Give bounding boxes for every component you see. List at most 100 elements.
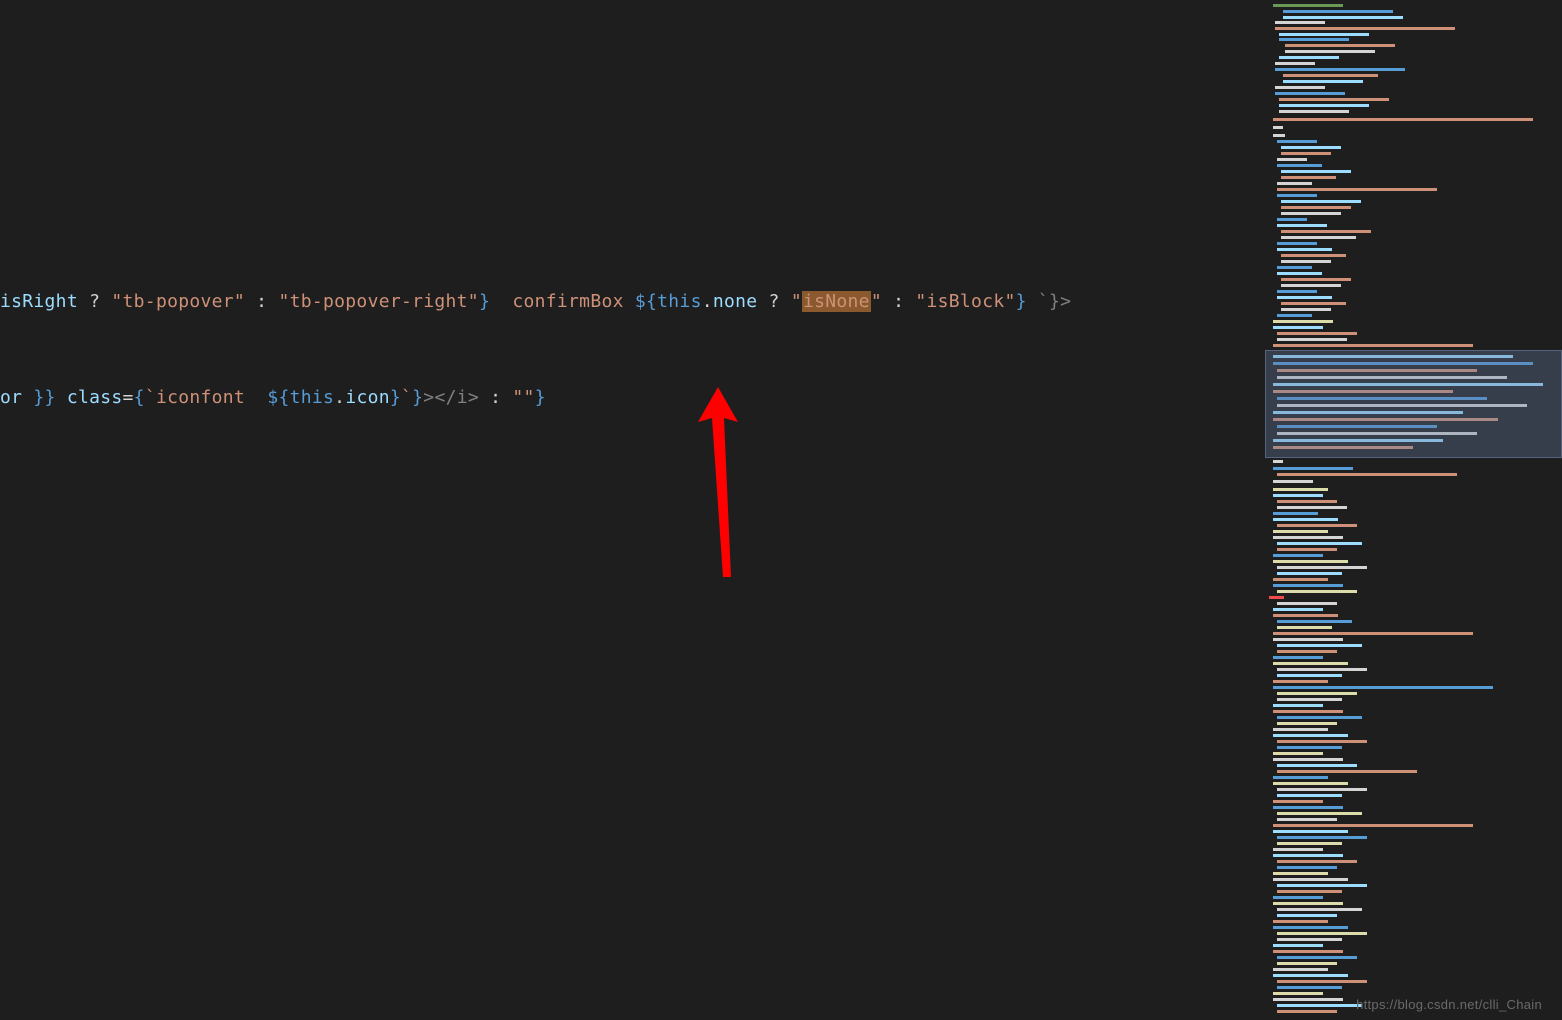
minimap-line xyxy=(1275,68,1405,71)
token-brace: }} xyxy=(33,387,55,408)
minimap-line xyxy=(1273,467,1353,470)
minimap-line xyxy=(1273,512,1318,515)
minimap-line xyxy=(1273,974,1348,977)
minimap-line xyxy=(1273,758,1343,761)
token-this: this xyxy=(657,291,702,312)
minimap-line xyxy=(1273,878,1348,881)
editor-minimap[interactable] xyxy=(1265,0,1562,1020)
minimap-line xyxy=(1277,590,1357,593)
minimap-line xyxy=(1273,578,1328,581)
minimap-line xyxy=(1279,104,1369,107)
minimap-line xyxy=(1275,27,1455,30)
minimap-line xyxy=(1277,722,1337,725)
token-operator: ? xyxy=(757,291,790,312)
token-operator: : xyxy=(479,387,512,408)
token-brace: } xyxy=(1016,291,1027,312)
token-dot: . xyxy=(334,387,345,408)
minimap-line xyxy=(1277,746,1342,749)
token-operator: : xyxy=(882,291,915,312)
minimap-line xyxy=(1277,158,1307,161)
minimap-line xyxy=(1281,278,1351,281)
token-string: "" xyxy=(512,387,534,408)
minimap-line xyxy=(1269,596,1284,599)
token-space xyxy=(490,291,512,312)
token-template-open: ${ xyxy=(635,291,657,312)
minimap-line xyxy=(1275,62,1315,65)
minimap-line xyxy=(1285,44,1395,47)
token-gt: > xyxy=(423,387,434,408)
token-attr: class xyxy=(67,387,123,408)
token-string: "tb-popover-right" xyxy=(278,291,478,312)
minimap-line xyxy=(1273,320,1333,323)
minimap-line xyxy=(1277,770,1417,773)
minimap-line xyxy=(1273,968,1328,971)
minimap-line xyxy=(1277,473,1457,476)
minimap-line xyxy=(1273,656,1323,659)
minimap-line xyxy=(1273,632,1473,635)
minimap-line xyxy=(1281,176,1336,179)
code-line-2[interactable]: or }} class={`iconfont ${this.icon}`}></… xyxy=(0,384,546,412)
minimap-line xyxy=(1277,602,1337,605)
token-string: "isBlock" xyxy=(915,291,1015,312)
minimap-line xyxy=(1273,992,1323,995)
token-string: iconfont xyxy=(156,387,267,408)
minimap-line xyxy=(1273,126,1283,129)
minimap-line xyxy=(1281,302,1346,305)
minimap-line xyxy=(1277,866,1337,869)
token-string-highlighted: isNone xyxy=(802,291,871,312)
token-brace: { xyxy=(134,387,145,408)
minimap-line xyxy=(1277,938,1342,941)
minimap-line xyxy=(1273,118,1533,121)
minimap-line xyxy=(1273,326,1323,329)
token-dot: . xyxy=(702,291,713,312)
minimap-line xyxy=(1277,716,1362,719)
token-variable: or xyxy=(0,387,33,408)
minimap-line xyxy=(1283,74,1378,77)
minimap-line xyxy=(1281,206,1351,209)
minimap-line xyxy=(1273,920,1328,923)
code-editor[interactable]: isRight ? "tb-popover" : "tb-popover-rig… xyxy=(0,0,1265,1020)
minimap-line xyxy=(1277,764,1357,767)
minimap-line xyxy=(1273,710,1343,713)
minimap-line xyxy=(1273,344,1473,347)
minimap-line xyxy=(1277,182,1312,185)
minimap-line xyxy=(1273,560,1348,563)
minimap-line xyxy=(1277,218,1307,221)
watermark-text: https://blog.csdn.net/clli_Chain xyxy=(1356,997,1542,1012)
minimap-line xyxy=(1275,86,1325,89)
minimap-line xyxy=(1273,134,1285,137)
minimap-line xyxy=(1273,800,1323,803)
code-line-1[interactable]: isRight ? "tb-popover" : "tb-popover-rig… xyxy=(0,288,1071,316)
minimap-line xyxy=(1281,200,1361,203)
minimap-line xyxy=(1273,662,1348,665)
minimap-line xyxy=(1277,884,1367,887)
minimap-line xyxy=(1273,554,1323,557)
token-end-tag: </i> xyxy=(434,387,479,408)
minimap-viewport[interactable] xyxy=(1265,350,1562,458)
minimap-line xyxy=(1273,806,1343,809)
minimap-line xyxy=(1277,164,1322,167)
minimap-line xyxy=(1273,460,1283,463)
annotation-arrow-icon xyxy=(688,382,748,582)
minimap-line xyxy=(1273,4,1343,7)
minimap-line xyxy=(1277,740,1367,743)
minimap-line xyxy=(1277,314,1312,317)
minimap-line xyxy=(1277,338,1347,341)
minimap-line xyxy=(1277,194,1317,197)
minimap-line xyxy=(1273,728,1328,731)
minimap-line xyxy=(1277,140,1317,143)
minimap-line xyxy=(1277,788,1367,791)
minimap-line xyxy=(1285,50,1375,53)
minimap-line xyxy=(1273,824,1473,827)
minimap-line xyxy=(1273,734,1348,737)
minimap-line xyxy=(1279,98,1389,101)
minimap-line xyxy=(1277,272,1322,275)
token-variable: isRight xyxy=(0,291,78,312)
minimap-line xyxy=(1273,536,1343,539)
token-tag-end: `}> xyxy=(1027,291,1072,312)
token-template-open: ${ xyxy=(267,387,289,408)
minimap-line xyxy=(1277,908,1362,911)
token-string: "tb-popover" xyxy=(111,291,245,312)
minimap-line xyxy=(1277,242,1317,245)
minimap-line xyxy=(1281,236,1356,239)
